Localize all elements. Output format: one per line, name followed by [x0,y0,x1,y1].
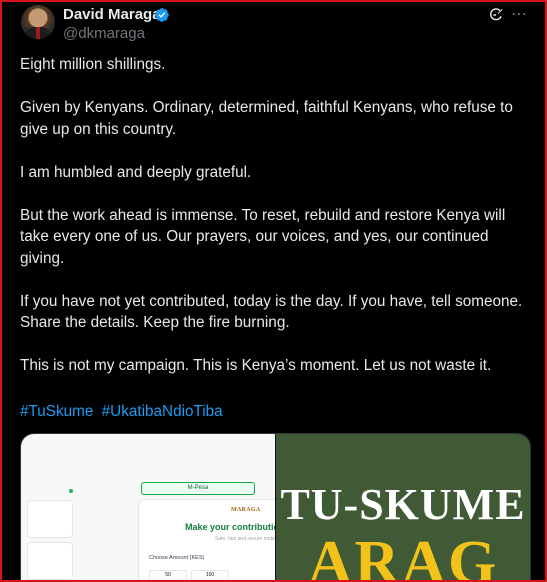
post-paragraph: Given by Kenyans. Ordinary, determined, … [20,99,513,138]
contribution-subtitle: Safe, fast and secure mobil [215,536,276,542]
hashtag-link[interactable]: #TuSkume [20,403,93,420]
avatar[interactable] [21,5,55,39]
maraga-logo: MARAGA [231,507,261,513]
author-handle[interactable]: @dkmaraga [63,25,145,42]
contribution-panel: MARAGA Make your contribution Safe, fast… [138,499,285,580]
poster-name: ARAG [307,529,499,581]
post-paragraph: Eight million shillings. [20,56,166,73]
avatar-tie [36,27,40,39]
post: David Maraga @dkmaraga ⋯ Eight million s… [2,2,543,580]
poster-headline: TU-SKUME [280,480,526,529]
author-name[interactable]: David Maraga [63,6,161,23]
grok-icon[interactable] [488,7,504,23]
post-frame: David Maraga @dkmaraga ⋯ Eight million s… [0,0,547,582]
more-options-icon[interactable]: ⋯ [511,4,528,24]
ui-card [27,500,73,538]
mpesa-tab: M-Pesa [141,482,255,495]
media-image-contribution[interactable]: M-Pesa MARAGA Make your contribution Saf… [21,434,285,580]
hashtags: #TuSkume #UkatibaNdioTiba [20,403,227,421]
hashtag-link[interactable]: #UkatibaNdioTiba [102,403,223,420]
amount-option: 50 [149,570,187,580]
post-paragraph: But the work ahead is immense. To reset,… [20,206,506,267]
media-image-poster[interactable]: TU-SKUME ARAG [276,434,530,581]
ui-card [27,542,73,580]
post-paragraph: If you have not yet contributed, today i… [20,292,523,332]
verified-badge-icon [155,8,169,22]
post-header: David Maraga @dkmaraga ⋯ [2,2,543,46]
status-dot [69,489,73,493]
post-paragraph: This is not my campaign. This is Kenya’s… [20,357,492,374]
amount-option: 100 [191,570,229,580]
post-text: Eight million shillings. Given by Kenyan… [20,54,530,398]
choose-amount-label: Choose Amount (KES) [149,555,205,561]
post-paragraph: I am humbled and deeply grateful. [20,163,252,181]
contribution-title: Make your contribution [185,522,285,532]
media-grid: M-Pesa MARAGA Make your contribution Saf… [20,433,531,581]
